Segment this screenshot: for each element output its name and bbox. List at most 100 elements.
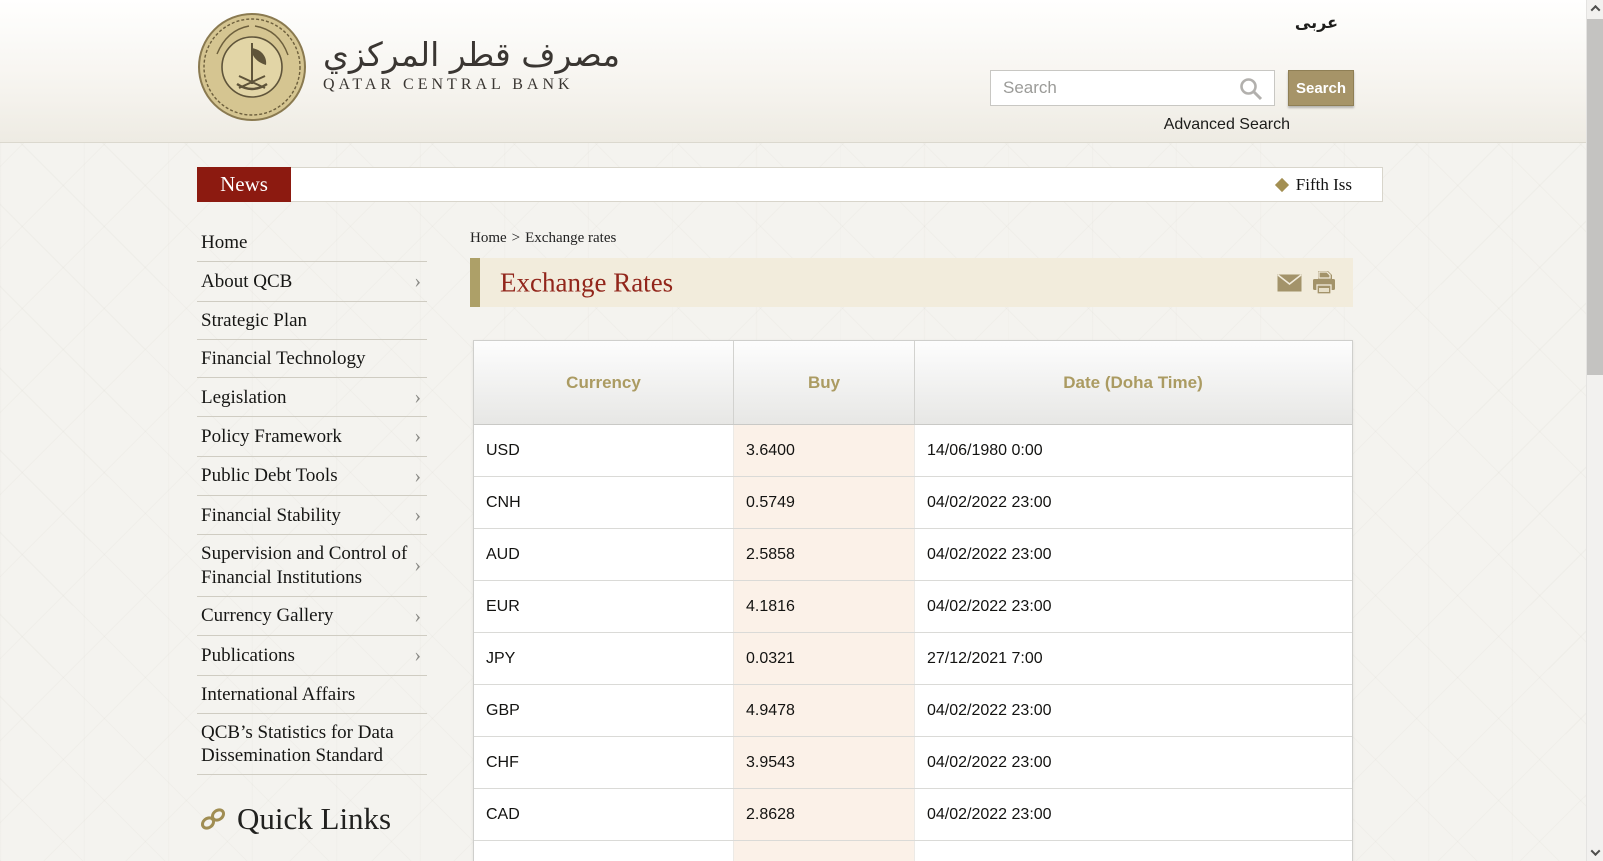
scrollbar-thumb[interactable] — [1587, 19, 1603, 375]
currency-cell: EUR — [474, 581, 734, 632]
column-header-currency: Currency — [474, 341, 734, 424]
bank-wordmark: مصرف قطر المركزي QATAR CENTRAL BANK — [323, 38, 620, 95]
news-ticker: Fifth Iss — [291, 167, 1383, 202]
search-area: Search Advanced Search — [990, 70, 1370, 134]
bank-logo-link[interactable]: مصرف قطر المركزي QATAR CENTRAL BANK — [197, 10, 620, 122]
sidebar-item-label: About QCB — [201, 270, 292, 293]
search-button[interactable]: Search — [1288, 70, 1354, 106]
currency-cell: GBP — [474, 685, 734, 736]
column-header-buy: Buy — [734, 341, 915, 424]
chain-link-icon — [199, 807, 227, 831]
sidebar-item-publications[interactable]: Publications› — [197, 636, 427, 675]
table-row: CHF3.954304/02/2022 23:00 — [474, 737, 1352, 789]
email-icon[interactable] — [1277, 274, 1302, 292]
sidebar-item-supervision-and-control-of-financial-institutions[interactable]: Supervision and Control of Financial Ins… — [197, 535, 427, 596]
buy-cell: 2.5858 — [734, 529, 915, 580]
sidebar-item-label: Public Debt Tools — [201, 464, 338, 487]
news-ticker-item[interactable]: Fifth Iss — [1296, 175, 1352, 195]
advanced-search-link[interactable]: Advanced Search — [990, 116, 1290, 134]
sidebar-item-label: Strategic Plan — [201, 309, 307, 332]
scrollbar-up-button[interactable] — [1587, 0, 1603, 17]
date-cell: 04/02/2022 23:00 — [915, 685, 1351, 736]
sidebar-item-strategic-plan[interactable]: Strategic Plan — [197, 302, 427, 340]
chevron-right-icon: › — [414, 464, 421, 488]
currency-cell: CNH — [474, 477, 734, 528]
chevron-right-icon: › — [414, 604, 421, 628]
sidebar-item-home[interactable]: Home — [197, 224, 427, 262]
date-cell: 04/02/2022 23:00 — [915, 529, 1351, 580]
bank-name-arabic: مصرف قطر المركزي — [323, 38, 620, 73]
news-label: News — [197, 167, 291, 202]
currency-cell: CAD — [474, 789, 734, 840]
rates-table-body: USD3.640014/06/1980 0:00CNH0.574904/02/2… — [474, 425, 1352, 841]
breadcrumb-item-home[interactable]: Home — [470, 230, 507, 246]
chevron-right-icon: › — [414, 553, 421, 577]
chevron-right-icon: › — [414, 269, 421, 293]
date-cell: 04/02/2022 23:00 — [915, 737, 1351, 788]
buy-cell: 2.8628 — [734, 789, 915, 840]
scrollbar-down-button[interactable] — [1587, 844, 1603, 861]
sidebar-item-about-qcb[interactable]: About QCB › — [197, 262, 427, 301]
currency-cell: USD — [474, 425, 734, 476]
sidebar-nav: Home About QCB › Strategic Plan Financial Te… — [197, 224, 427, 837]
buy-cell: 0.5749 — [734, 477, 915, 528]
page-title: Exchange Rates — [500, 267, 673, 298]
sidebar-item-label: Financial Technology — [201, 347, 366, 370]
table-row: AUD2.585804/02/2022 23:00 — [474, 529, 1352, 581]
sidebar-item-label: Home — [201, 231, 247, 254]
exchange-rates-table: CurrencyBuyDate (Doha Time) USD3.640014/… — [473, 340, 1353, 861]
buy-cell: 0.0321 — [734, 633, 915, 684]
sidebar-item-policy-framework[interactable]: Policy Framework› — [197, 417, 427, 456]
currency-cell: AUD — [474, 529, 734, 580]
sidebar-item-label: Currency Gallery — [201, 604, 333, 627]
sidebar-item-legislation[interactable]: Legislation › — [197, 378, 427, 417]
column-header-date-doha-time: Date (Doha Time) — [915, 341, 1351, 424]
chevron-right-icon: › — [414, 643, 421, 667]
page-scrollbar[interactable] — [1586, 0, 1603, 861]
breadcrumb-item-exchange-rates: Exchange rates — [525, 230, 616, 246]
chevron-right-icon: › — [414, 385, 421, 409]
buy-cell: 4.9478 — [734, 685, 915, 736]
sidebar-item-international-affairs[interactable]: International Affairs — [197, 676, 427, 714]
date-cell: 04/02/2022 23:00 — [915, 581, 1351, 632]
currency-cell: JPY — [474, 633, 734, 684]
buy-cell: 3.6400 — [734, 425, 915, 476]
sidebar-item-label: International Affairs — [201, 683, 355, 706]
sidebar-item-label: Financial Stability — [201, 504, 341, 527]
table-row-partial — [474, 841, 1352, 861]
quick-links-title: Quick Links — [237, 801, 391, 837]
sidebar-item-label: Legislation — [201, 386, 286, 409]
chevron-right-icon: › — [414, 424, 421, 448]
buy-cell: 4.1816 — [734, 581, 915, 632]
buy-cell: 3.9543 — [734, 737, 915, 788]
sidebar-item-label: Supervision and Control of Financial Ins… — [201, 542, 414, 588]
quick-links-header[interactable]: Quick Links — [197, 801, 427, 837]
date-cell: 04/02/2022 23:00 — [915, 789, 1351, 840]
breadcrumb-separator: > — [512, 230, 520, 246]
site-header: عربى مصرف قطر المركزي QATAR CENTRAL BANK… — [0, 0, 1586, 143]
language-switch-link[interactable]: عربى — [1295, 13, 1338, 32]
currency-cell: CHF — [474, 737, 734, 788]
table-row: CNH0.574904/02/2022 23:00 — [474, 477, 1352, 529]
sidebar-item-financial-stability[interactable]: Financial Stability › — [197, 496, 427, 535]
table-row: CAD2.862804/02/2022 23:00 — [474, 789, 1352, 841]
sidebar-item-label: QCB’s Statistics for Data Dissemination … — [201, 721, 425, 767]
date-cell: 27/12/2021 7:00 — [915, 633, 1351, 684]
print-icon[interactable] — [1311, 270, 1337, 296]
diamond-bullet-icon — [1275, 177, 1289, 191]
sidebar-item-qcb-s-statistics-for-data-dissemination-standard[interactable]: QCB’s Statistics for Data Dissemination … — [197, 714, 427, 775]
qcb-seal-icon — [197, 10, 307, 122]
sidebar-item-financial-technology[interactable]: Financial Technology — [197, 340, 427, 378]
chevron-down-icon — [1591, 846, 1601, 856]
search-input[interactable] — [990, 70, 1275, 106]
table-row: JPY0.032127/12/2021 7:00 — [474, 633, 1352, 685]
table-row: USD3.640014/06/1980 0:00 — [474, 425, 1352, 477]
date-cell: 14/06/1980 0:00 — [915, 425, 1351, 476]
chevron-right-icon: › — [414, 503, 421, 527]
breadcrumb: Home > Exchange rates — [470, 230, 616, 247]
page-title-banner: Exchange Rates — [470, 258, 1353, 307]
sidebar-item-currency-gallery[interactable]: Currency Gallery › — [197, 597, 427, 636]
date-cell: 04/02/2022 23:00 — [915, 477, 1351, 528]
sidebar-item-public-debt-tools[interactable]: Public Debt Tools › — [197, 457, 427, 496]
rates-table-header: CurrencyBuyDate (Doha Time) — [474, 341, 1352, 425]
